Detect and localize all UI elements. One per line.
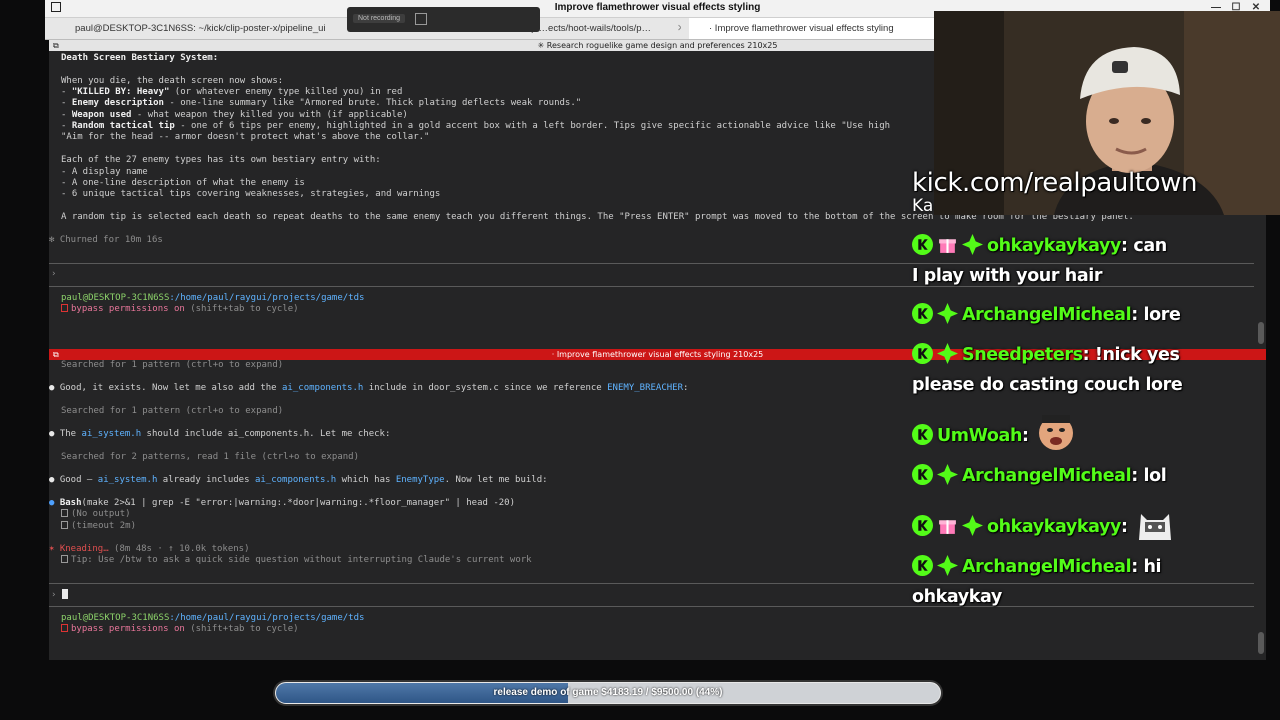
goal-progress-bar: release demo of game $4183.19 / $9500.00…: [275, 682, 941, 704]
tab-clip-poster[interactable]: paul@DESKTOP-3C1N6SS: ~/kick/clip-poster…: [71, 18, 351, 39]
entry-item: - 6 unique tactical tips covering weakne…: [61, 189, 441, 199]
list-item: - "KILLED BY: Heavy" (or whatever enemy …: [61, 87, 403, 97]
search-status: Searched for 2 patterns, read 1 file (ct…: [61, 452, 360, 462]
chat-message: ohkaykaykayy: can I play with your hair: [912, 231, 1272, 291]
kick-badge-icon: [912, 303, 933, 324]
kick-badge-icon: [912, 343, 933, 364]
shell-prompt: paul@DESKTOP-3C1N6SS:/home/paul/raygui/p…: [61, 613, 365, 623]
split-icon: ⧉: [53, 41, 59, 50]
kick-badge-icon: [912, 424, 933, 445]
chat-username[interactable]: ohkaykaykayy: [987, 236, 1121, 256]
churned-status: ✻ Churned for 10m 16s: [49, 235, 163, 245]
chat-text: can: [1133, 236, 1167, 256]
gift-badge-icon: [939, 239, 956, 253]
output-icon: [61, 521, 68, 529]
subscriber-badge-icon: [937, 303, 958, 324]
chat-text-cont: ohkaykay: [912, 587, 1002, 607]
stream-url: kick.com/realpaultown: [912, 168, 1198, 198]
subscriber-badge-icon: [937, 343, 958, 364]
text-cursor: [61, 589, 68, 599]
prompt-input-top[interactable]: ›: [51, 269, 56, 280]
subscriber-badge-icon: [962, 234, 983, 255]
search-status: Searched for 1 pattern (ctrl+o to expand…: [61, 406, 284, 416]
tool-call: ● Bash(make 2>&1 | grep -E "error:|warni…: [49, 498, 516, 508]
chat-text: lore: [1143, 305, 1181, 325]
chat-message: ohkaykaykayy:: [912, 506, 1272, 542]
chat-separator: :: [1121, 517, 1134, 537]
chat-message: ArchangelMicheal: lol: [912, 461, 1272, 491]
chat-username[interactable]: UmWoah: [937, 426, 1022, 446]
subscriber-badge-icon: [937, 555, 958, 576]
chat-message: Sneedpeters: !nick yes please do casting …: [912, 340, 1272, 400]
shell-prompt: paul@DESKTOP-3C1N6SS:/home/paul/raygui/p…: [61, 293, 365, 303]
intro-text: When you die, the death screen now shows…: [61, 76, 284, 86]
kick-badge-icon: [912, 234, 933, 255]
chat-username[interactable]: Sneedpeters: [962, 345, 1083, 365]
assistant-message: ● Good, it exists. Now let me also add t…: [49, 383, 689, 393]
bypass-status: bypass permissions on (shift+tab to cycl…: [61, 304, 299, 315]
cat-emote-icon: [1139, 514, 1172, 540]
assistant-message: ● The ai_system.h should include ai_comp…: [49, 429, 391, 439]
tab-close-icon[interactable]: ✕: [673, 18, 681, 39]
chat-separator: :: [1131, 305, 1144, 325]
list-item: - Random tactical tip - one of 6 tips pe…: [61, 121, 891, 131]
chat-username[interactable]: ohkaykaykayy: [987, 517, 1121, 537]
thinking-status: ✶ Kneading… (8m 48s · ↑ 10.0k tokens): [49, 544, 250, 554]
chat-separator: :: [1131, 557, 1144, 577]
goal-text: release demo of game $4183.19 / $9500.00…: [493, 687, 723, 698]
bypass-status: bypass permissions on (shift+tab to cycl…: [61, 624, 299, 635]
list-item-cont: "Aim for the head -- armor doesn't prote…: [61, 132, 430, 142]
kick-badge-icon: [912, 555, 933, 576]
chat-username[interactable]: ArchangelMicheal: [962, 466, 1132, 486]
bypass-icon: [61, 624, 68, 632]
tip-icon: [61, 555, 68, 563]
scrollbar-bottom[interactable]: [1258, 632, 1264, 654]
gift-badge-icon: [939, 520, 956, 534]
tab-label: · Improve flamethrower visual effects st…: [709, 23, 894, 34]
subscriber-badge-icon: [937, 464, 958, 485]
entry-intro: Each of the 27 enemy types has its own b…: [61, 155, 381, 165]
chat-username[interactable]: ArchangelMicheal: [962, 305, 1132, 325]
chat-separator: :: [1022, 426, 1035, 446]
tip-line: Tip: Use /btw to ask a quick side questi…: [61, 555, 532, 566]
chat-message: ArchangelMicheal: lore: [912, 300, 1272, 330]
chat-text-cont: I play with your hair: [912, 266, 1103, 286]
bestiary-heading: Death Screen Bestiary System:: [61, 53, 219, 63]
bypass-icon: [61, 304, 68, 312]
chat-username[interactable]: ArchangelMicheal: [962, 557, 1132, 577]
stream-overlay-text: Ka: [912, 196, 934, 216]
chat-text: lol: [1143, 466, 1167, 486]
expand-icon[interactable]: [415, 13, 427, 25]
output-icon: [61, 509, 68, 517]
list-item: - Enemy description - one-line summary l…: [61, 98, 582, 108]
chat-text: hi: [1143, 557, 1162, 577]
tool-output: (No output): [61, 509, 131, 520]
chat-message: ArchangelMicheal: hi ohkaykay: [912, 552, 1272, 612]
kick-badge-icon: [912, 515, 933, 536]
chat-text: !nick yes: [1094, 345, 1180, 365]
search-status: Searched for 1 pattern (ctrl+o to expand…: [61, 360, 284, 370]
entry-item: - A display name: [61, 167, 148, 177]
chat-text-cont: please do casting couch lore: [912, 375, 1183, 395]
prompt-input[interactable]: ›: [51, 589, 68, 601]
tab-flamethrower[interactable]: · Improve flamethrower visual effects st…: [689, 18, 935, 39]
face-emote-icon: [1039, 415, 1074, 450]
recording-status: Not recording: [353, 14, 406, 23]
chat-separator: :: [1131, 466, 1144, 486]
entry-item: - A one-line description of what the ene…: [61, 178, 305, 188]
tab-label: paul@DESKTOP-3C1N6SS: ~/kick/clip-poster…: [75, 23, 326, 34]
assistant-message: ● Good — ai_system.h already includes ai…: [49, 475, 548, 485]
kick-badge-icon: [912, 464, 933, 485]
subscriber-badge-icon: [962, 515, 983, 536]
chat-message: UmWoah:: [912, 415, 1272, 451]
list-item: - Weapon used - what weapon they killed …: [61, 110, 408, 120]
chat-separator: :: [1121, 236, 1134, 256]
split-icon: ⧉: [53, 350, 59, 359]
recording-indicator: Not recording: [347, 7, 540, 32]
tool-output: (timeout 2m): [61, 521, 136, 532]
chat-separator: :: [1082, 345, 1095, 365]
